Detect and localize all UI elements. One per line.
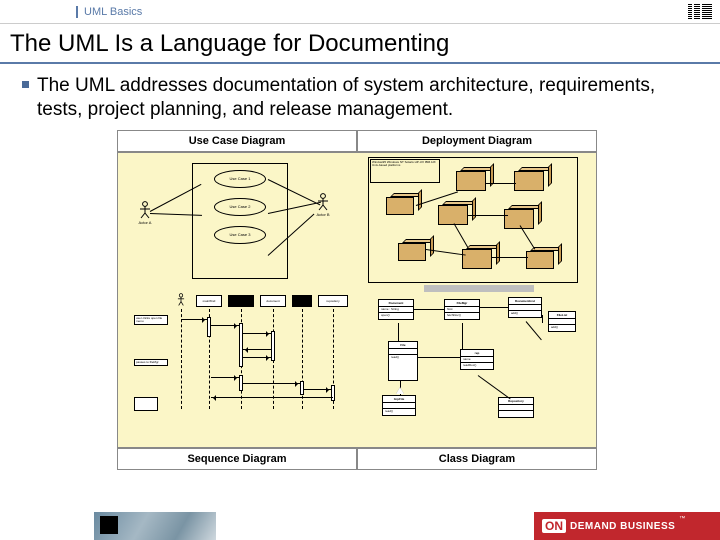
use-case-title: Use Case Diagram <box>117 130 357 152</box>
bullet-square-icon <box>22 81 29 88</box>
breadcrumb: UML Basics <box>76 6 142 18</box>
sequence-note: user clicks open file menu <box>134 315 168 325</box>
sequence-message <box>243 333 271 334</box>
deployment-link <box>468 215 508 216</box>
class-association <box>414 309 444 310</box>
sequence-message <box>211 397 333 398</box>
sequence-diagram: mainWnd document repository user clicks … <box>134 293 352 423</box>
actor-label: Actor B <box>314 212 332 217</box>
sequence-message <box>211 325 239 326</box>
class-box: GrpFile read() <box>382 395 416 416</box>
class-box: Repository <box>498 397 534 418</box>
class-association <box>480 307 508 308</box>
sequence-object <box>228 295 254 307</box>
deployment-diagram: Window95 Windows NT Solaris HP-UX IBM AI… <box>368 157 580 287</box>
actor-label: Actor A <box>136 220 154 225</box>
generalization-arrow-icon <box>396 383 404 394</box>
class-association <box>542 315 543 323</box>
sequence-object: repository <box>318 295 348 307</box>
sequence-note: passes to fileMgr <box>134 359 168 366</box>
diagram-panel: Use Case Diagram Deployment Diagram Use … <box>117 130 597 470</box>
deployment-link <box>486 183 516 184</box>
bullet-item: The UML addresses documentation of syste… <box>22 74 692 122</box>
use-case-ellipse: Use Case 1 <box>214 170 266 188</box>
sequence-object: mainWnd <box>196 295 222 307</box>
deployment-link <box>492 257 528 258</box>
class-association <box>418 357 460 358</box>
sequence-message <box>304 389 331 390</box>
lifeline <box>181 309 182 409</box>
scrollbar-artifact <box>424 285 534 292</box>
sequence-object: document <box>260 295 286 307</box>
system-boundary: Use Case 1 Use Case 2 Use Case 3 <box>192 163 288 279</box>
on-badge: ON <box>542 519 566 533</box>
sequence-message <box>243 357 271 358</box>
class-box: Document name : String open() <box>378 299 414 320</box>
trademark-icon: ™ <box>679 516 685 522</box>
sequence-title: Sequence Diagram <box>117 448 357 470</box>
bullet-text: The UML addresses documentation of syste… <box>37 74 692 122</box>
sequence-object <box>292 295 312 307</box>
footer-photo <box>86 512 216 540</box>
class-association <box>462 323 463 349</box>
slide-header: UML Basics <box>0 0 720 24</box>
class-diagram: Document name : String open() FileMgr fL… <box>370 297 578 417</box>
class-association <box>526 321 542 340</box>
deployment-label: Window95 Windows NT Solaris HP-UX IBM AI… <box>370 159 440 183</box>
sequence-message <box>243 349 271 350</box>
slide-body: The UML addresses documentation of syste… <box>0 64 720 470</box>
use-case-ellipse: Use Case 2 <box>214 198 266 216</box>
class-box: DocumentList add() <box>508 297 542 318</box>
use-case-ellipse: Use Case 3 <box>214 226 266 244</box>
class-title: Class Diagram <box>357 448 597 470</box>
ibm-logo-icon <box>688 4 712 19</box>
deployment-title: Deployment Diagram <box>357 130 597 152</box>
sequence-message <box>243 383 300 384</box>
use-case-diagram: Use Case 1 Use Case 2 Use Case 3 Actor A… <box>136 163 346 283</box>
class-box: FileList add() <box>548 311 576 332</box>
sequence-note <box>134 397 158 411</box>
class-box: rep name readDoc() <box>460 349 494 370</box>
sequence-message <box>211 377 239 378</box>
class-box: File read() <box>388 341 418 381</box>
slide-footer: ON DEMAND BUSINESS ™ <box>0 512 720 540</box>
class-association <box>398 323 399 341</box>
actor-icon: Actor B <box>314 193 332 217</box>
on-demand-business-badge: ON DEMAND BUSINESS ™ <box>534 512 720 540</box>
class-association <box>478 375 511 399</box>
sequence-message <box>181 319 207 320</box>
slide-title: The UML Is a Language for Documenting <box>0 24 720 64</box>
activation-bar <box>239 323 243 367</box>
demand-text: DEMAND BUSINESS <box>570 521 675 532</box>
class-box: FileMgr fList fetchDoc() <box>444 299 480 320</box>
